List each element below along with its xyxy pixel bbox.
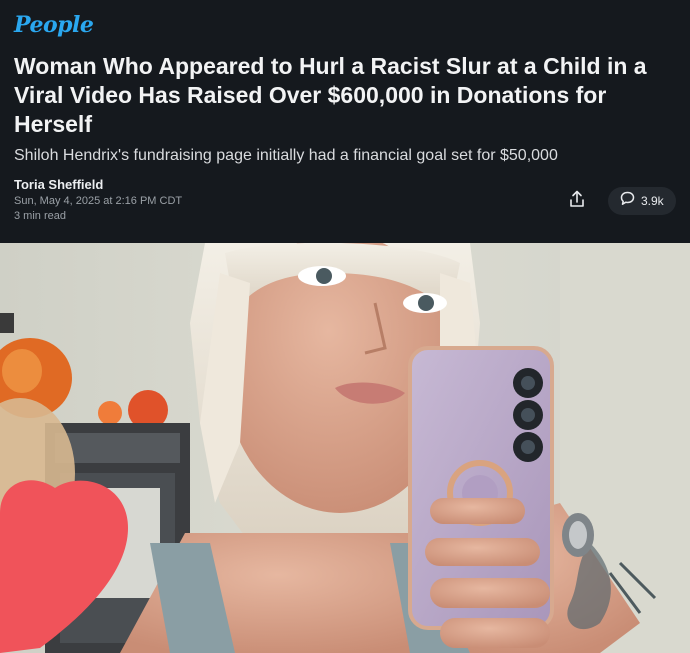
selfie-photo-illustration: [0, 243, 690, 653]
publish-date: Sun, May 4, 2025 at 2:16 PM CDT: [14, 195, 183, 207]
share-button[interactable]: [563, 188, 591, 214]
comment-icon: [620, 191, 635, 211]
article-photo: [0, 243, 690, 653]
share-icon: [569, 190, 585, 213]
people-logo[interactable]: People: [14, 12, 94, 38]
article-subheadline: Shiloh Hendrix's fundraising page initia…: [14, 147, 558, 164]
read-time: 3 min read: [14, 210, 66, 222]
comment-count: 3.9k: [641, 194, 664, 208]
article-headline: Woman Who Appeared to Hurl a Racist Slur…: [14, 53, 647, 137]
article-header: People Woman Who Appeared to Hurl a Raci…: [0, 0, 690, 243]
author-name[interactable]: Toria Sheffield: [14, 177, 103, 192]
article-page: People Woman Who Appeared to Hurl a Raci…: [0, 0, 690, 653]
comments-button[interactable]: 3.9k: [608, 187, 676, 215]
